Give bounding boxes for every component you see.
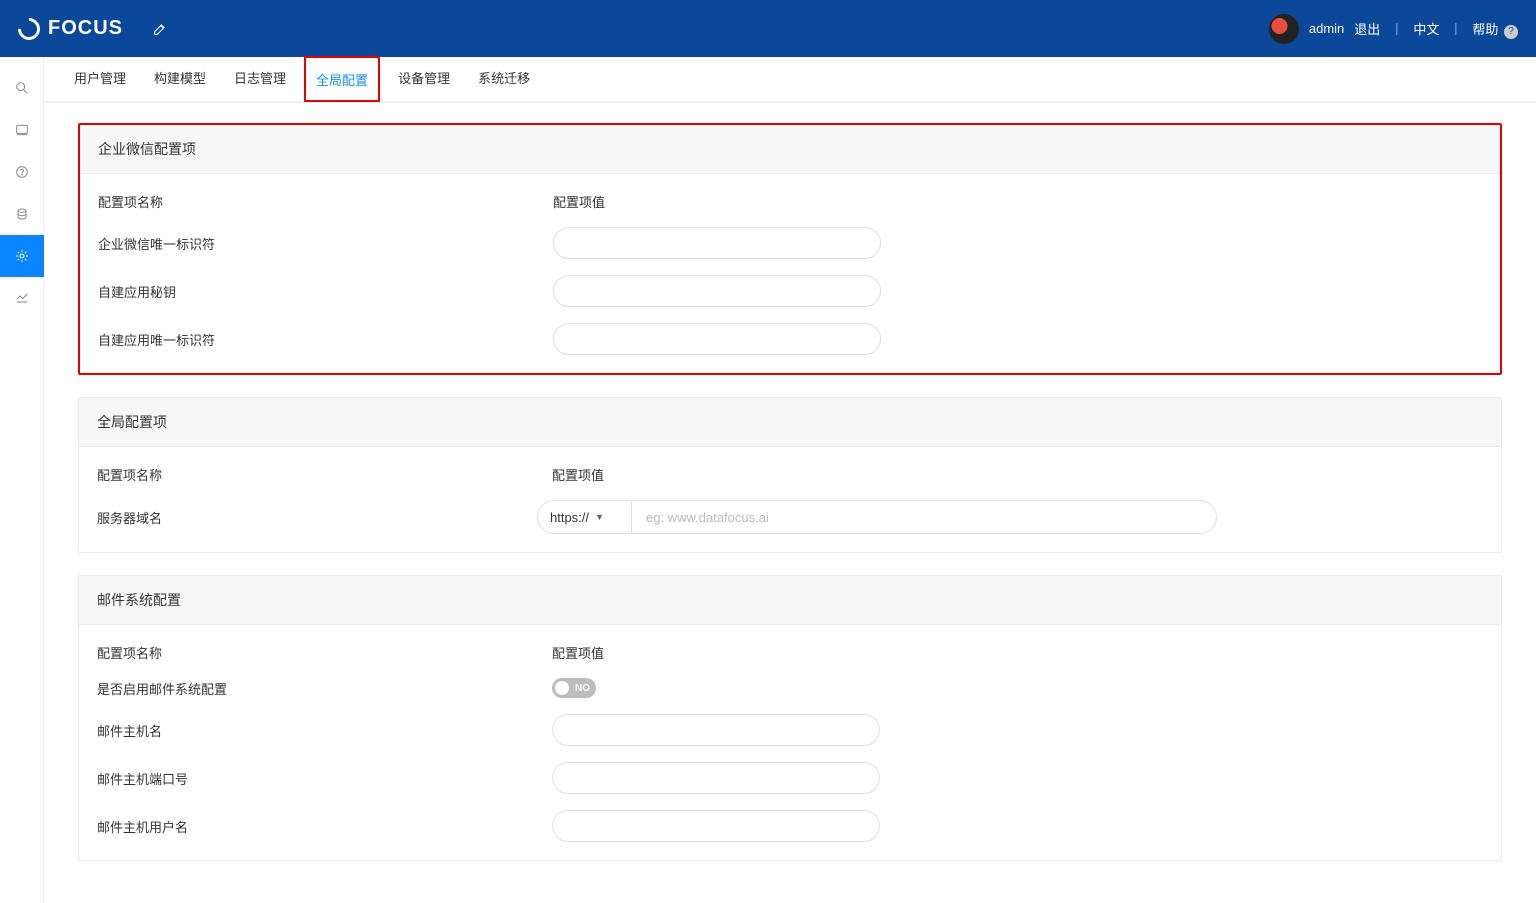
topbar: FOCUS admin 退出 丨 中文 丨 帮助 ? [0, 0, 1536, 57]
mail-enable-toggle[interactable]: NO [552, 678, 596, 698]
panel-global: 全局配置项 配置项名称 配置项值 服务器域名 https:// ▼ [78, 397, 1502, 553]
tab-migrate[interactable]: 系统迁移 [468, 56, 540, 102]
chevron-down-icon: ▼ [595, 512, 604, 522]
col-name: 配置项名称 [97, 643, 552, 662]
sidebar-item-settings[interactable] [0, 235, 44, 277]
sidebar-item-analytics[interactable] [0, 277, 44, 319]
sidebar-item-data[interactable] [0, 193, 44, 235]
mail-port-label: 邮件主机端口号 [97, 769, 552, 788]
toggle-knob [555, 681, 569, 695]
topbar-right: admin 退出 丨 中文 丨 帮助 ? [1269, 14, 1518, 44]
divider: 丨 [1449, 19, 1462, 38]
tab-device[interactable]: 设备管理 [388, 56, 460, 102]
logo-icon [13, 13, 44, 44]
divider: 丨 [1390, 19, 1403, 38]
tab-model[interactable]: 构建模型 [144, 56, 216, 102]
mail-enable-label: 是否启用邮件系统配置 [97, 679, 552, 698]
edit-icon[interactable] [145, 14, 175, 44]
wecom-secret-label: 自建应用秘钥 [98, 282, 553, 301]
panel-global-title: 全局配置项 [79, 398, 1501, 447]
tab-users[interactable]: 用户管理 [64, 56, 136, 102]
main: 用户管理 构建模型 日志管理 全局配置 设备管理 系统迁移 企业微信配置项 配置… [44, 57, 1536, 903]
protocol-value: https:// [550, 510, 589, 525]
logo[interactable]: FOCUS [18, 17, 123, 40]
content: 企业微信配置项 配置项名称 配置项值 企业微信唯一标识符 自建应用秘钥 [44, 103, 1536, 903]
panel-wecom: 企业微信配置项 配置项名称 配置项值 企业微信唯一标识符 自建应用秘钥 [78, 123, 1502, 375]
domain-label: 服务器域名 [97, 508, 537, 527]
username[interactable]: admin [1309, 21, 1344, 36]
wecom-agentid-input[interactable] [553, 323, 881, 355]
wecom-corpid-label: 企业微信唯一标识符 [98, 234, 553, 253]
sidebar [0, 57, 44, 903]
mail-host-label: 邮件主机名 [97, 721, 552, 740]
col-value: 配置项值 [553, 192, 1482, 211]
logo-text: FOCUS [48, 17, 123, 40]
help-link[interactable]: 帮助 ? [1472, 19, 1518, 39]
logout-link[interactable]: 退出 [1354, 19, 1380, 38]
mail-user-label: 邮件主机用户名 [97, 817, 552, 836]
tab-log[interactable]: 日志管理 [224, 56, 296, 102]
sidebar-item-dashboard[interactable] [0, 109, 44, 151]
protocol-select[interactable]: https:// ▼ [537, 500, 631, 534]
col-value: 配置项值 [552, 465, 1483, 484]
domain-input[interactable] [631, 500, 1217, 534]
language-switch[interactable]: 中文 [1413, 19, 1439, 38]
panel-mail: 邮件系统配置 配置项名称 配置项值 是否启用邮件系统配置 NO [78, 575, 1502, 861]
tabs: 用户管理 构建模型 日志管理 全局配置 设备管理 系统迁移 [44, 57, 1536, 103]
wecom-agentid-label: 自建应用唯一标识符 [98, 330, 553, 349]
panel-wecom-title: 企业微信配置项 [80, 125, 1500, 174]
tab-global[interactable]: 全局配置 [304, 56, 380, 102]
col-name: 配置项名称 [98, 192, 553, 211]
mail-host-input[interactable] [552, 714, 880, 746]
toggle-text: NO [575, 683, 590, 694]
panel-mail-title: 邮件系统配置 [79, 576, 1501, 625]
col-value: 配置项值 [552, 643, 1483, 662]
help-badge-icon: ? [1504, 25, 1518, 39]
mail-user-input[interactable] [552, 810, 880, 842]
mail-port-input[interactable] [552, 762, 880, 794]
sidebar-item-help[interactable] [0, 151, 44, 193]
sidebar-item-search[interactable] [0, 67, 44, 109]
help-label: 帮助 [1472, 22, 1498, 37]
wecom-secret-input[interactable] [553, 275, 881, 307]
avatar[interactable] [1269, 14, 1299, 44]
wecom-corpid-input[interactable] [553, 227, 881, 259]
col-name: 配置项名称 [97, 465, 552, 484]
